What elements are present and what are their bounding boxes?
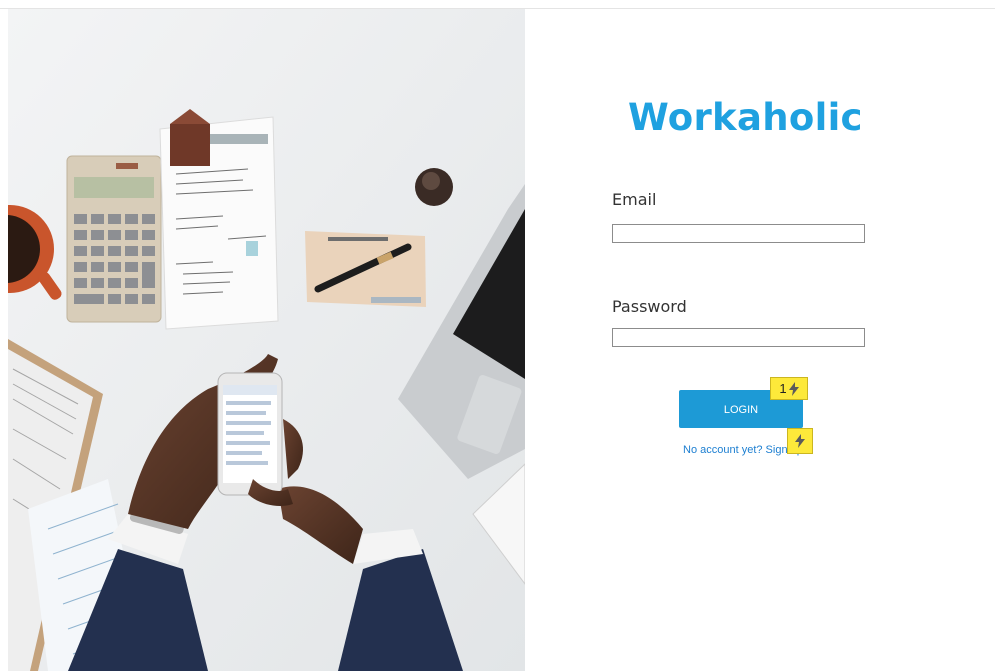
email-label: Email: [612, 190, 657, 209]
password-label: Password: [612, 297, 687, 316]
hero-desk-photo: [8, 9, 525, 671]
overlay-marker-2: [787, 428, 813, 454]
lightning-icon: [788, 381, 799, 396]
lightning-icon: [795, 434, 805, 448]
marker-number: 1: [779, 381, 787, 396]
password-field[interactable]: [612, 328, 865, 347]
signup-link[interactable]: No account yet? Sign up: [683, 444, 803, 456]
brand-title: Workaholic: [628, 96, 863, 139]
overlay-marker-1: 1: [770, 377, 808, 400]
email-field[interactable]: [612, 224, 865, 243]
